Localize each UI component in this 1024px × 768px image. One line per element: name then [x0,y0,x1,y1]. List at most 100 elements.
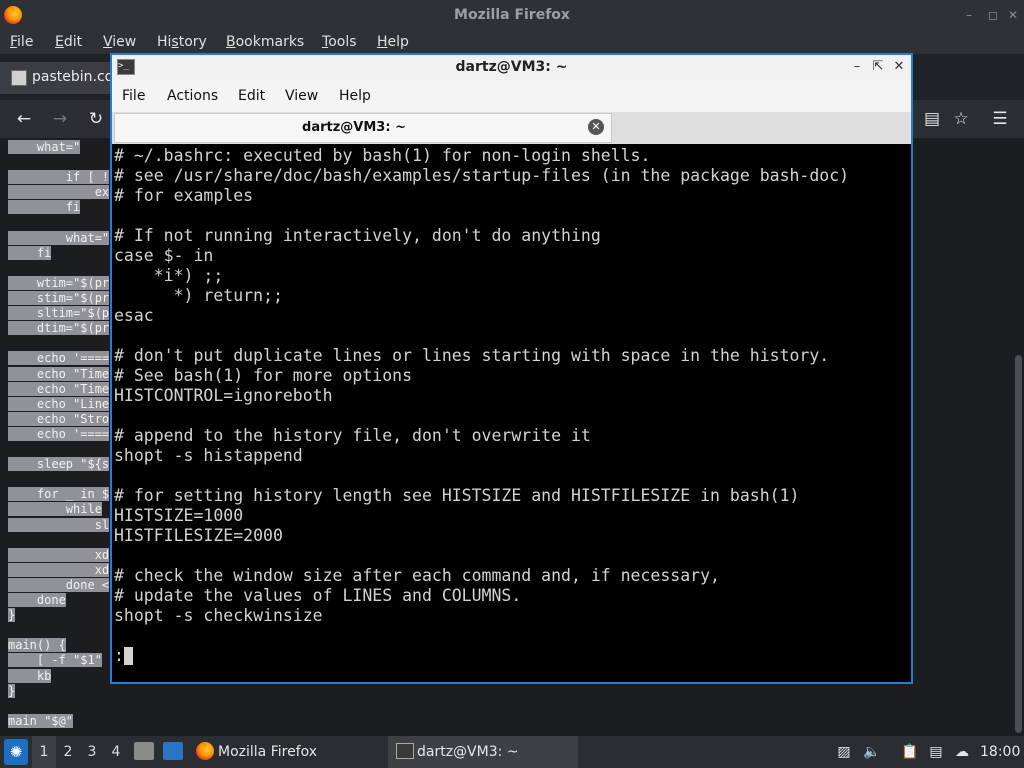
reload-icon[interactable]: ↻ [84,100,108,138]
terminal-line: *) return;; [114,286,283,305]
menu-bookmarks[interactable]: Bookmarks [226,30,304,54]
terminal-line: *i*) ;; [114,266,224,285]
page-code-line: stim="$(pr [8,291,110,305]
menu-view-mnemonic: V [103,34,113,50]
page-code-line: what=" [8,140,81,154]
menu-tools[interactable]: Tools [322,30,357,54]
updates-icon[interactable]: ☁ [952,742,972,762]
close-icon[interactable]: ✕ [1006,8,1020,22]
menu-help-mnemonic: H [377,34,388,50]
taskbar-task-terminal-label: dartz@VM3: ~ [417,744,519,760]
usb-device-icon[interactable]: ▨ [834,742,854,762]
page-code-line: done < [8,577,110,592]
maximize-icon[interactable]: ◻ [986,8,1000,22]
page-code-line: done [8,593,66,607]
page-code-text: } [8,683,16,698]
terminal-line: # update the values of LINES and COLUMNS… [114,586,522,605]
page-code-line: for _ in $ [8,487,110,502]
page-code-line: main() { [8,638,66,653]
menu-history[interactable]: History [157,30,207,54]
firefox-icon [196,742,214,760]
page-code-text: while [8,502,102,517]
minimize-icon[interactable]: – [962,8,976,22]
page-code-text: what=" [8,230,110,245]
file-manager-icon[interactable] [134,742,154,760]
terminal-line: shopt -s histappend [114,446,303,465]
workspace-3[interactable]: 3 [80,736,104,768]
terminal-minimize-icon[interactable]: – [849,58,865,76]
terminal-menu-file[interactable]: File [122,80,145,112]
terminal-close-icon[interactable]: ✕ [891,58,907,76]
terminal-maximize-icon[interactable]: ⇱ [870,58,886,76]
reader-view-icon[interactable]: ▤ [920,100,944,138]
terminal-menubar [112,80,911,112]
page-code-line: xd [8,562,110,577]
terminal-line: # for setting history length see HISTSIZ… [114,486,800,505]
workspace-1[interactable]: 1 [32,736,56,768]
page-code-line: [ -f "$1" [8,653,102,668]
terminal-line: # for examples [114,186,254,205]
terminal-icon [396,743,414,759]
page-code-line: echo "Line [8,396,110,411]
page-code-text: [ -f "$1" [8,653,102,668]
page-code-line: } [8,608,16,623]
page-code-text: echo '==== [8,351,110,366]
clipboard-icon[interactable]: 📋 [900,742,920,762]
page-code-text: what=" [8,140,81,154]
page-code-line: ex [8,185,110,200]
workspace-2[interactable]: 2 [56,736,80,768]
start-menu-icon[interactable]: ✺ [4,739,28,765]
network-icon[interactable]: ▤ [926,742,946,762]
page-code-text: sltim="$(p [8,306,110,321]
terminal-tab-close-icon[interactable]: ✕ [588,119,604,135]
workspace-4[interactable]: 4 [104,736,128,768]
page-code-text: sl [8,517,110,532]
scrollbar-thumb[interactable] [1015,355,1022,733]
terminal-line: # see /usr/share/doc/bash/examples/start… [114,166,850,185]
terminal-line: # If not running interactively, don't do… [114,226,601,245]
volume-icon[interactable]: 🔈 [862,742,882,762]
terminal-line: # append to the history file, don't over… [114,426,591,445]
hamburger-menu-icon[interactable]: ☰ [988,100,1012,138]
terminal-line: HISTSIZE=1000 [114,506,244,525]
clock[interactable]: 18:00 [980,736,1020,768]
terminal-menu-edit[interactable]: Edit [238,80,265,112]
page-code-line: sl [8,517,110,532]
menu-edit[interactable]: Edit [55,30,82,54]
menu-file-mnemonic: F [10,34,18,50]
page-code-text: done < [8,577,110,592]
page-code-line: echo '==== [8,351,110,366]
pastebin-favicon-icon [11,70,27,86]
browser-tab-label: pastebin.co [32,69,114,85]
page-code-text: for _ in $ [8,487,110,502]
page-code-line: what=" [8,230,110,245]
bookmark-star-icon[interactable]: ☆ [949,100,973,138]
page-code-line: while [8,502,102,517]
page-code-text: kb [8,668,52,683]
page-code-line: echo "Stro [8,411,110,426]
page-code-text: echo "Stro [8,411,110,426]
terminal-menu-view[interactable]: View [285,80,318,112]
terminal-menu-actions[interactable]: Actions [167,80,218,112]
menu-history-rest: tory [178,34,207,50]
terminal-menu-help[interactable]: Help [339,80,371,112]
back-icon[interactable]: ← [12,100,36,138]
show-desktop-icon[interactable] [163,742,183,760]
terminal-cursor [124,647,133,665]
menu-file[interactable]: File [10,30,33,54]
forward-icon[interactable]: → [48,100,72,138]
page-code-line: kb [8,668,52,683]
page-code-line: sleep "${s [8,457,110,472]
page-code-text: echo "Line [8,396,110,411]
page-code-text: echo "Time [8,381,110,396]
menu-help[interactable]: Help [377,30,409,54]
page-code-text: fi [8,245,52,260]
page-code-line: xd [8,547,110,562]
page-code-line: main "$@" [8,713,74,728]
menu-tools-rest: ools [328,34,357,50]
menu-view[interactable]: View [103,30,136,54]
menu-history-pre: Hi [157,34,172,50]
menu-edit-mnemonic: E [55,34,64,50]
menu-file-rest: ile [17,34,34,50]
terminal-line: shopt -s checkwinsize [114,606,323,625]
